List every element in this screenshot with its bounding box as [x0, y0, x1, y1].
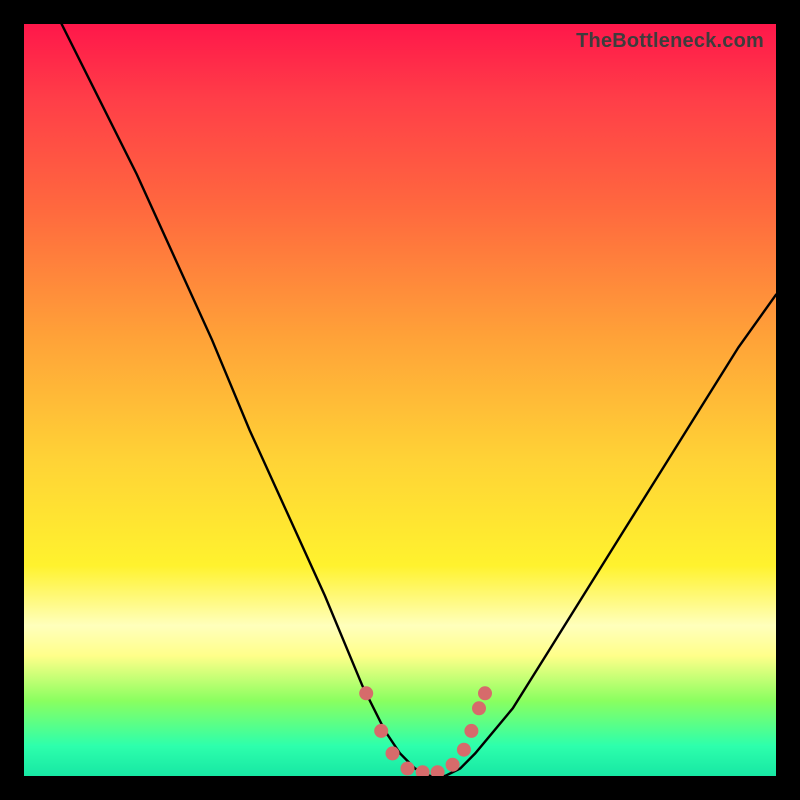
chart-svg	[24, 24, 776, 776]
curve-marker	[431, 765, 445, 776]
curve-marker	[374, 724, 388, 738]
curve-marker	[457, 743, 471, 757]
curve-marker	[359, 686, 373, 700]
curve-marker	[464, 724, 478, 738]
curve-marker	[401, 762, 415, 776]
curve-marker	[478, 686, 492, 700]
plot-area: TheBottleneck.com	[24, 24, 776, 776]
bottleneck-curve	[62, 24, 776, 776]
curve-marker	[386, 746, 400, 760]
curve-marker	[416, 765, 430, 776]
curve-marker	[446, 758, 460, 772]
curve-markers	[359, 686, 492, 776]
chart-frame: TheBottleneck.com	[0, 0, 800, 800]
curve-marker	[472, 701, 486, 715]
